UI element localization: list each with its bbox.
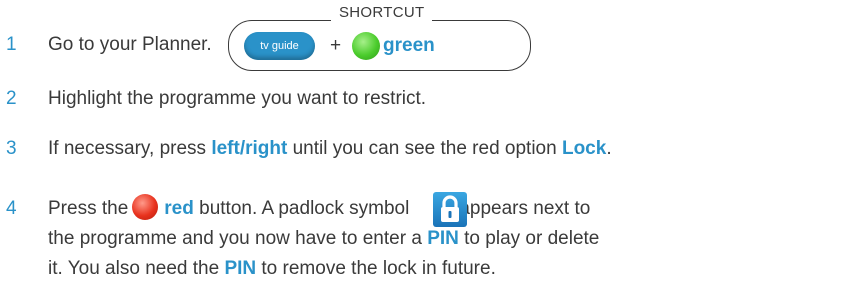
- key-pin: PIN: [224, 258, 257, 279]
- step-number: 2: [6, 88, 17, 109]
- step-text-part: it. You also need the: [48, 258, 225, 279]
- step-text-part: the programme and you now have to enter …: [48, 228, 428, 249]
- step-number: 3: [6, 138, 17, 159]
- green-button-label: green: [383, 35, 435, 56]
- step-text-part: until you can see the red option: [287, 138, 562, 159]
- step-text-line-2: the programme and you now have to enter …: [48, 224, 848, 254]
- step-text-part: Press the: [48, 198, 129, 219]
- key-left-right: left/right: [211, 138, 288, 159]
- plus-sign: +: [330, 35, 342, 56]
- padlock-icon: [433, 192, 467, 227]
- step-text-part: to remove the lock in future.: [256, 258, 496, 279]
- step-text-part: appears next to: [459, 198, 591, 219]
- key-red: red: [164, 198, 194, 219]
- step-text-part: to play or delete: [458, 228, 600, 249]
- green-button-icon: [352, 32, 380, 60]
- option-lock: Lock: [561, 138, 607, 159]
- step-text: If necessary, press left/right until you…: [48, 134, 848, 164]
- step-text-part: If necessary, press: [48, 138, 212, 159]
- key-pin: PIN: [427, 228, 459, 249]
- step-text-line-3: it. You also need the PIN to remove the …: [48, 254, 848, 284]
- step-number: 1: [6, 34, 17, 55]
- step-text: Highlight the programme you want to rest…: [48, 88, 427, 109]
- step-text-part: .: [606, 138, 612, 159]
- shortcut-title: SHORTCUT: [331, 4, 433, 22]
- red-button-icon: [132, 194, 159, 221]
- step-text-part: button. A padlock symbol: [199, 198, 410, 219]
- tv-guide-button-icon: tv guide: [244, 32, 315, 60]
- step-number: 4: [6, 198, 17, 219]
